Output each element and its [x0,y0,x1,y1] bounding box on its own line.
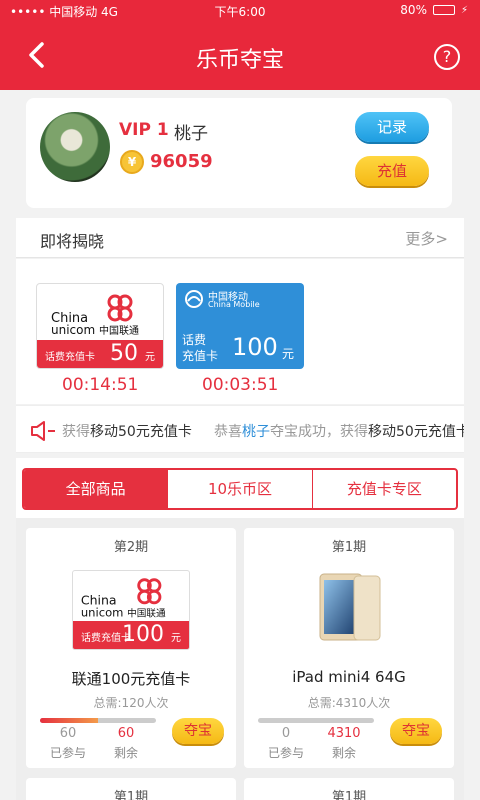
joined-count: 0 [281,726,291,741]
product-card[interactable]: 第2期 China unicom 中国联通 话费充值卡 100 元 联通100元… [26,528,236,768]
winner-marquee: 获得移动50元充值卡 恭喜桃子夺宝成功，获得移动50元充值卡 [16,405,464,453]
product-card[interactable]: 第1期 iPad mini4 64G 总需:4310人次 0 4310 已参与 … [244,528,454,768]
category-tabs-container: 全部商品 10乐币区 充值卡专区 [16,458,464,518]
marquee-item: 获得移动50元充值卡 [62,424,192,440]
period-label: 第2期 [113,540,149,555]
recharge-button[interactable]: 充值 [355,156,429,186]
app-header: 乐币夺宝 ? [0,22,480,90]
coming-soon-header: 即将揭晓 更多> [16,218,464,258]
unicom-logo: China unicom 中国联通 [81,578,166,619]
tab-10-coin-zone[interactable]: 10乐币区 [167,470,311,508]
question-circle-icon[interactable]: ? [434,44,460,70]
card-value: 50 [110,341,138,366]
battery-area: 80% ⚡ [400,3,468,17]
product-name: 联通100元充值卡 [71,670,191,688]
progress-bar [40,718,156,723]
unicom-logo: China unicom 中国联通 [51,294,139,336]
remaining-count: 60 [117,726,135,741]
china-mobile-logo [185,290,203,308]
remaining-label: 剩余 [113,746,138,760]
status-bar: ••••• 中国移动 4G 下午6:00 80% ⚡ [0,0,480,22]
total-needed: 总需:120人次 [93,696,169,710]
remaining-count: 4310 [327,726,361,741]
coin-icon: ¥ [120,150,144,174]
product-image: China unicom 中国联通 话费充值卡 100 元 [72,570,190,650]
progress-bar [258,718,374,723]
unicom-50-card[interactable]: China unicom 中国联通 话费充值卡 50 元 [36,283,164,369]
charging-icon: ⚡ [460,4,468,16]
countdown-timer: 00:14:51 [62,375,139,395]
card-label-2: 充值卡 [182,349,219,363]
period-label: 第1期 [331,540,367,555]
category-tabs: 全部商品 10乐币区 充值卡专区 [22,468,458,510]
tab-all-products[interactable]: 全部商品 [24,470,168,508]
joined-label: 已参与 [267,746,304,760]
product-card[interactable]: 第1期 [244,778,454,800]
countdown-timer: 00:03:51 [202,375,279,395]
ipad-image [319,573,381,641]
remaining-label: 剩余 [331,746,356,760]
svg-text:unicom: unicom [51,323,95,336]
joined-label: 已参与 [49,746,86,760]
tab-recharge-card-zone[interactable]: 充值卡专区 [311,470,456,508]
svg-text:unicom: unicom [81,605,124,619]
coin-balance: 96059 [150,151,213,172]
product-name: iPad mini4 64G [292,668,406,686]
grab-button[interactable]: 夺宝 [390,718,442,744]
period-label: 第1期 [331,790,367,800]
product-card[interactable]: 第1期 [26,778,236,800]
user-card: VIP 1 桃子 ¥ 96059 记录 充值 [26,98,452,208]
vip-level: VIP 1 [119,120,169,140]
total-needed: 总需:4310人次 [307,696,391,710]
card-brand-en: China Mobile [208,300,260,309]
battery-percent: 80% [400,3,427,17]
page-title: 乐币夺宝 [195,48,284,73]
grab-button[interactable]: 夺宝 [172,718,224,744]
coming-soon-list: China unicom 中国联通 话费充值卡 50 元 00:14:51 中国… [16,259,464,404]
section-title: 即将揭晓 [40,232,105,251]
avatar[interactable] [40,112,110,182]
more-link[interactable]: 更多> [405,228,448,249]
mobile-100-card[interactable]: 中国移动 China Mobile 话费 充值卡 100 元 [176,283,304,369]
card-label: 话费 [182,333,207,347]
svg-text:中国联通: 中国联通 [127,607,166,619]
speaker-icon [31,421,55,441]
joined-count: 60 [59,726,77,741]
record-button[interactable]: 记录 [355,112,429,142]
card-label: 话费充值卡 [45,352,95,363]
user-name: 桃子 [174,124,208,144]
marquee-item: 恭喜桃子夺宝成功，获得移动50元充值卡 [214,424,464,440]
period-label: 第1期 [113,790,149,800]
battery-icon [432,5,455,15]
card-value: 100 [232,333,278,361]
svg-text:中国联通: 中国联通 [99,324,139,336]
